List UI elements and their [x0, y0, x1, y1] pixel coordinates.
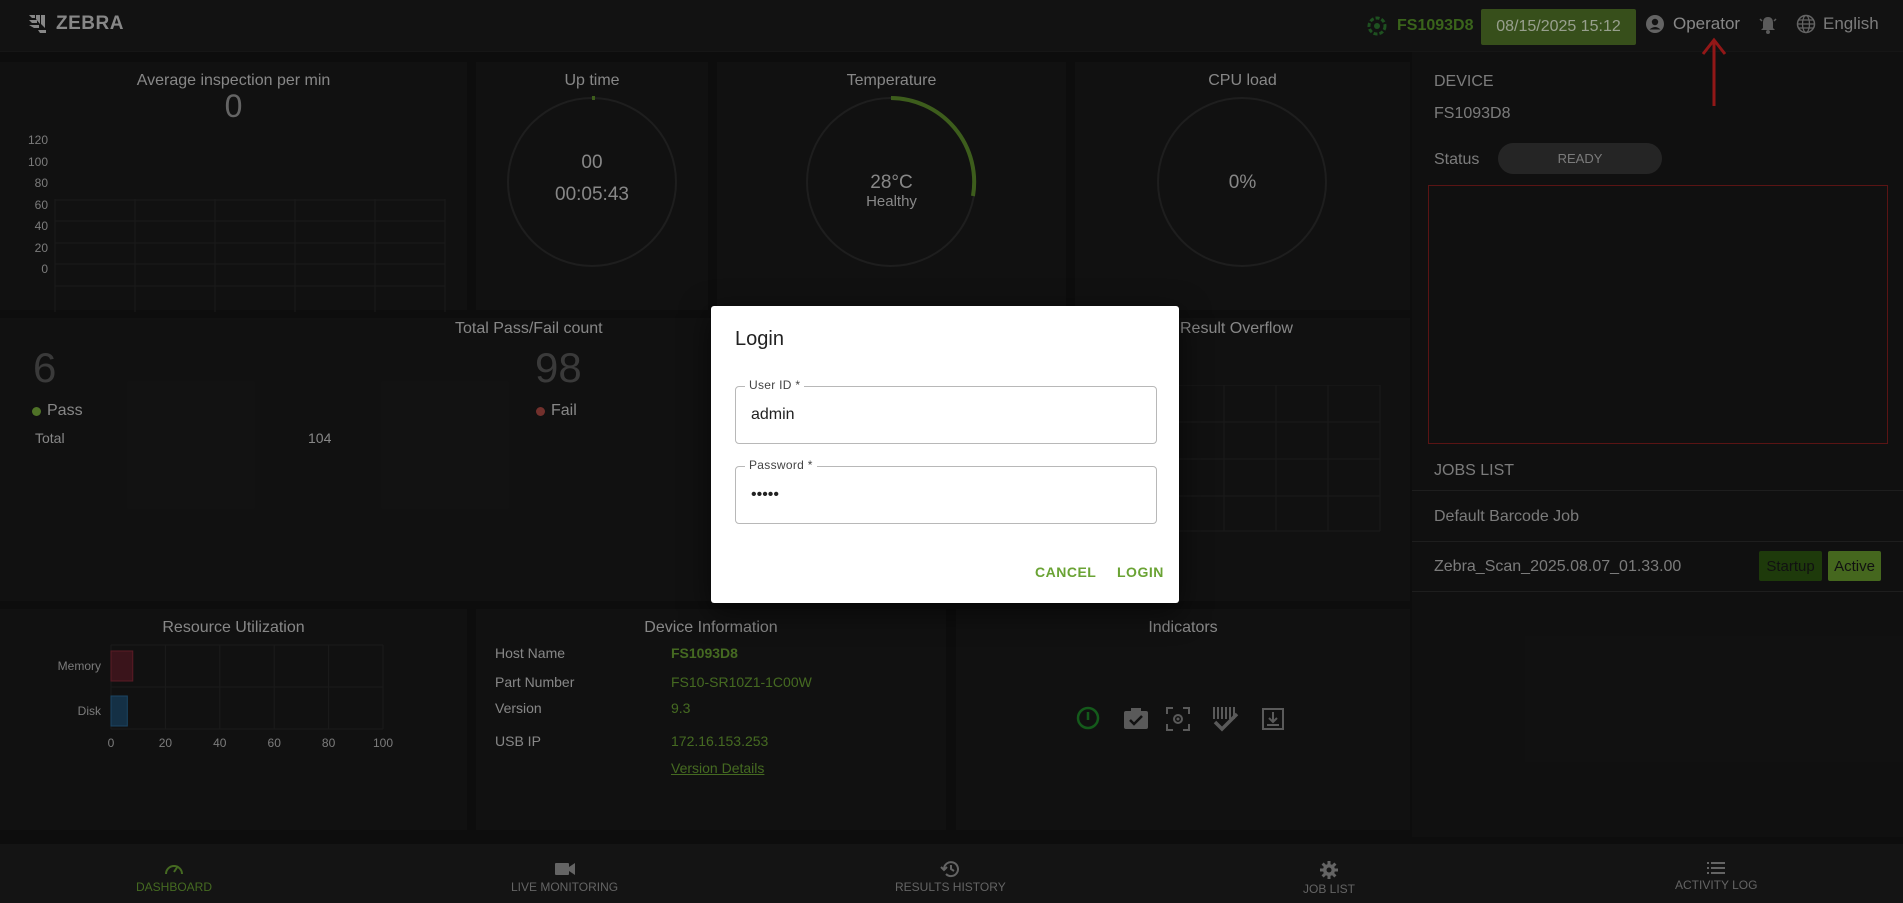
user-id-field: User ID * [735, 378, 1157, 444]
login-button[interactable]: LOGIN [1117, 564, 1164, 580]
password-input[interactable] [749, 477, 1143, 513]
login-title: Login [735, 328, 784, 350]
cancel-button[interactable]: CANCEL [1035, 564, 1096, 580]
user-id-input[interactable] [749, 397, 1143, 433]
password-label: Password * [745, 458, 817, 472]
user-id-label: User ID * [745, 378, 805, 392]
login-dialog: Login User ID * Password * CANCEL LOGIN [711, 306, 1179, 603]
password-field: Password * [735, 458, 1157, 524]
